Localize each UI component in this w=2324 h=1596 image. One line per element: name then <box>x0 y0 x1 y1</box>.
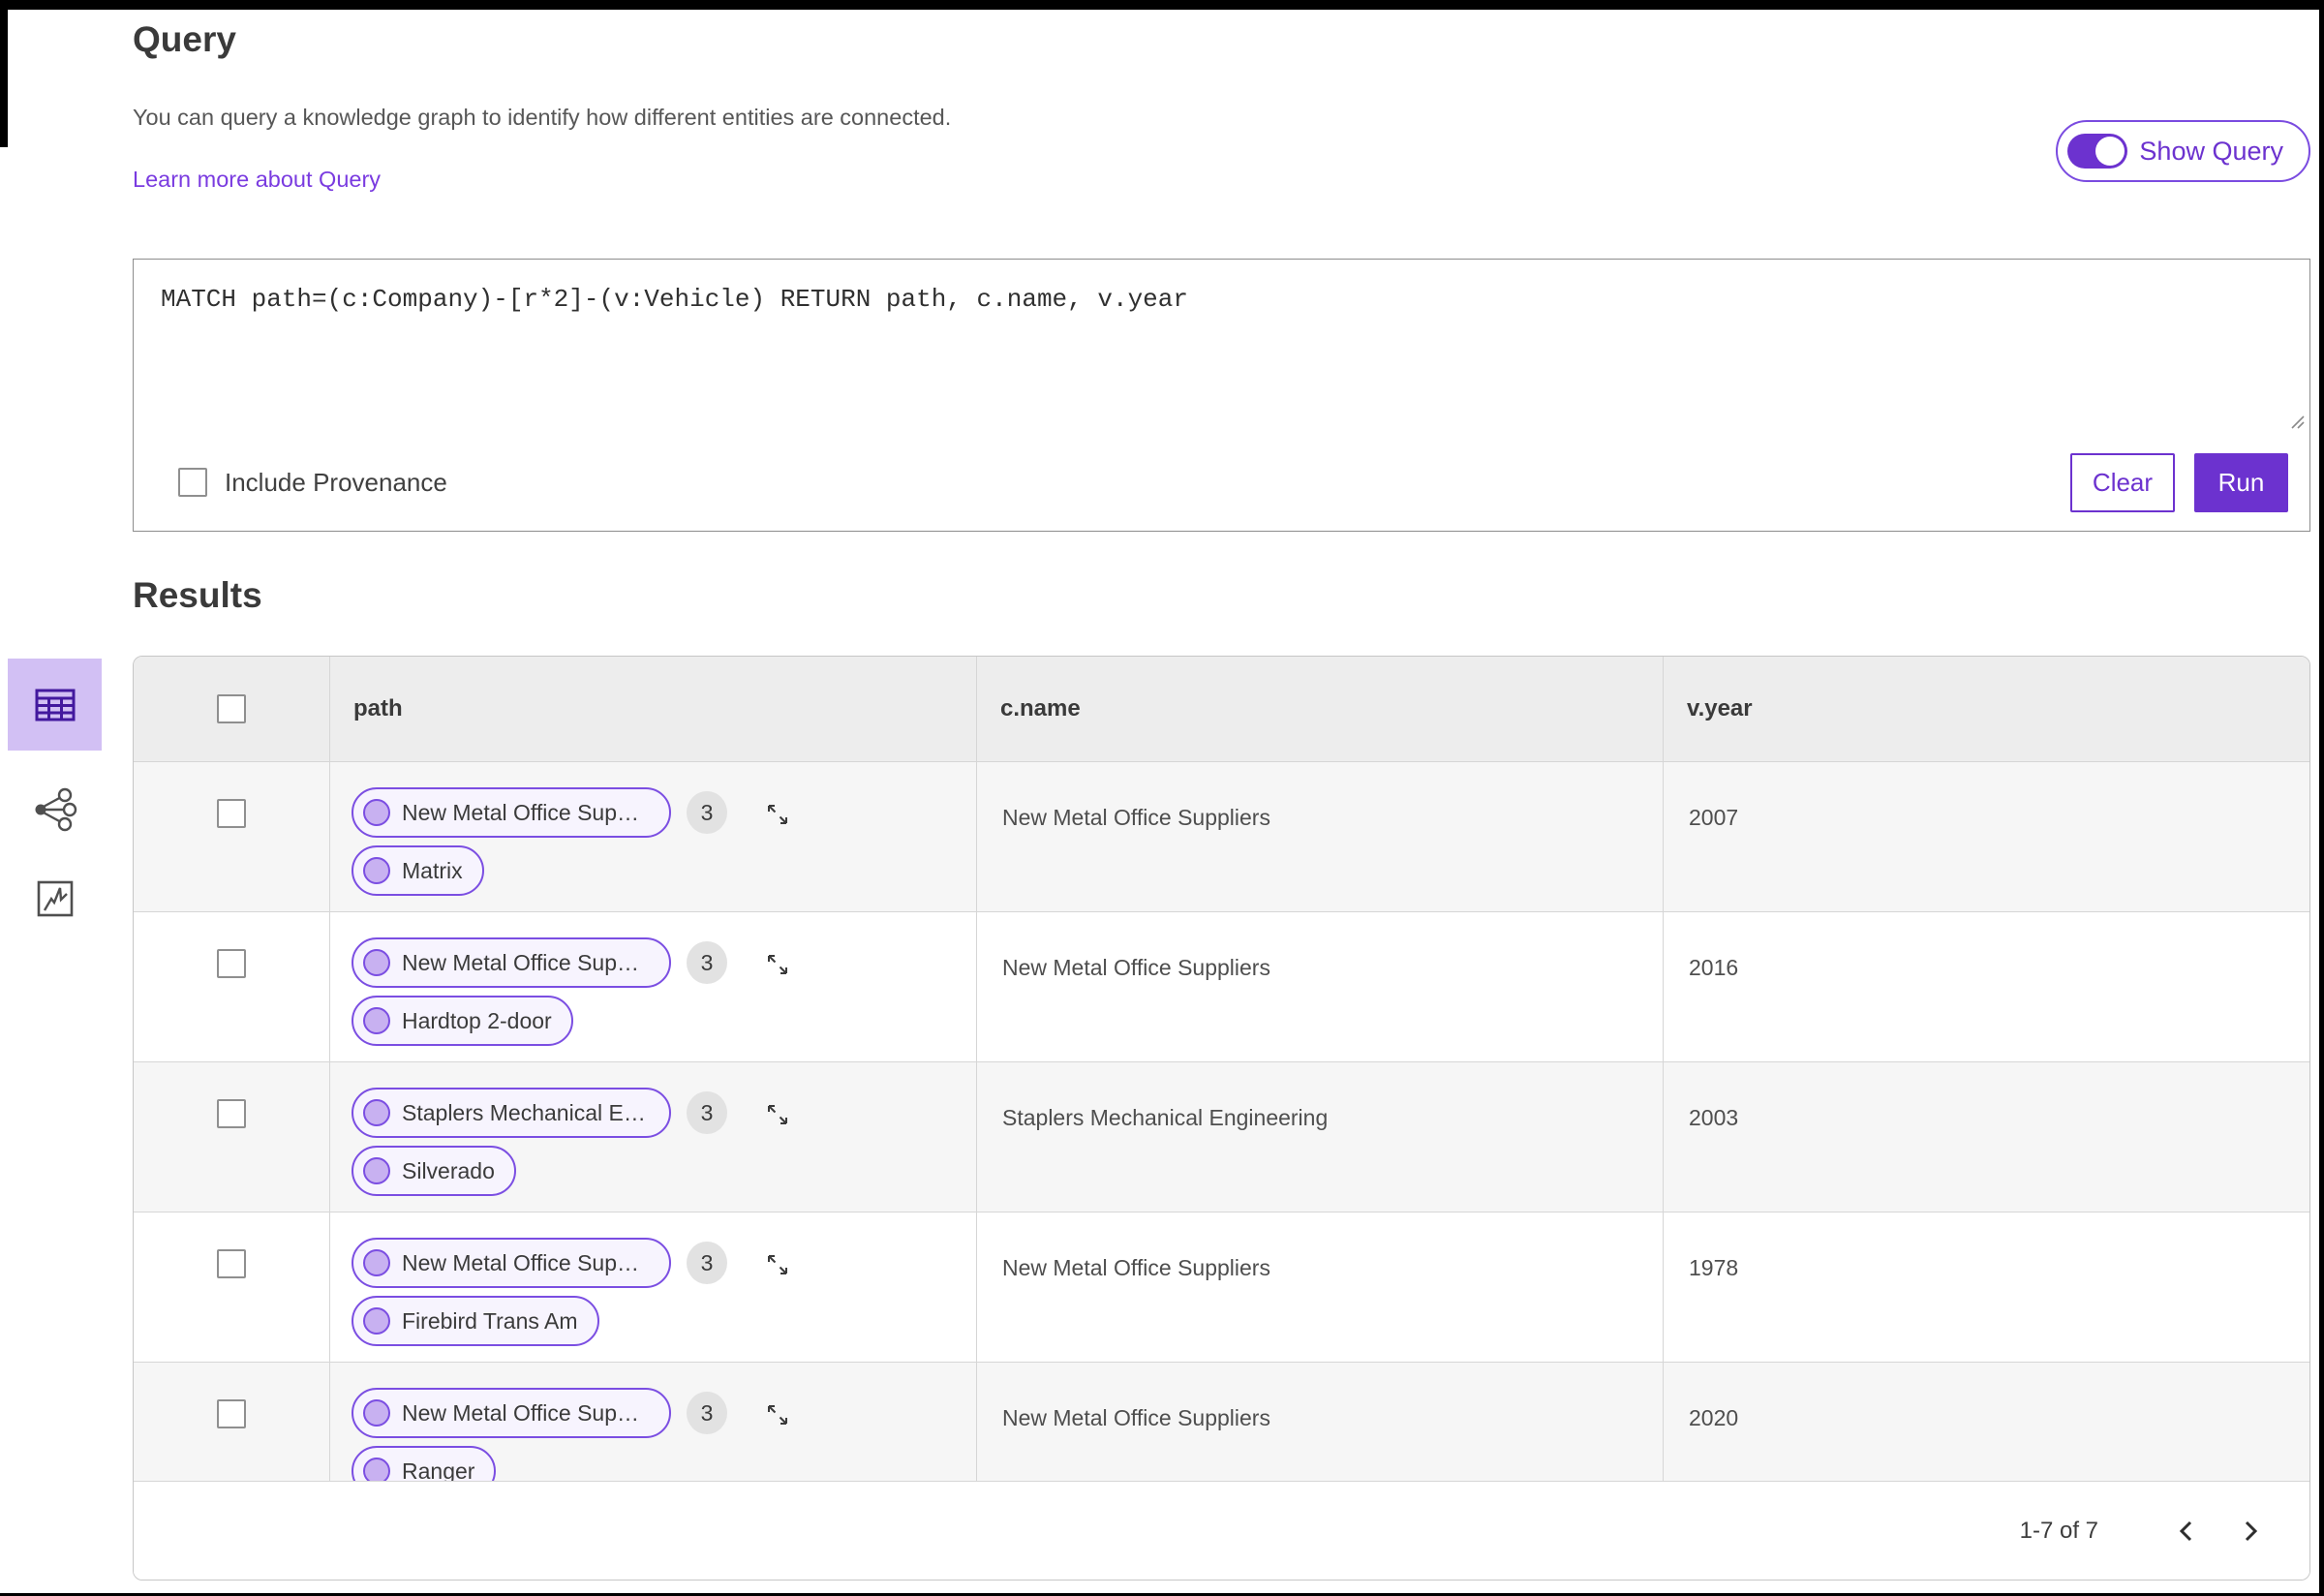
table-pagination: 1-7 of 7 <box>134 1481 2309 1580</box>
table-row: New Metal Office Suppliers 3 Firebird Tr… <box>134 1212 2309 1362</box>
path-count-badge: 3 <box>687 1091 727 1134</box>
path-count-badge: 3 <box>687 791 727 834</box>
pagination-prev-button[interactable] <box>2166 1507 2205 1555</box>
results-table-card: path c.name v.year New Metal Office Supp… <box>133 656 2310 1581</box>
results-view-sidebar <box>8 659 102 929</box>
show-query-toggle[interactable]: Show Query <box>2056 120 2310 182</box>
node-dot-icon <box>363 949 390 976</box>
query-editor-panel: MATCH path=(c:Company)-[r*2]-(v:Vehicle)… <box>133 259 2310 532</box>
cell-v-year: 2003 <box>1689 1105 1739 1130</box>
cell-c-name: New Metal Office Suppliers <box>977 1212 1664 1362</box>
path-node-pill[interactable]: Silverado <box>352 1146 516 1196</box>
path-node-pill[interactable]: Staplers Mechanical Engi... <box>352 1088 671 1138</box>
expand-path-icon[interactable] <box>764 1251 791 1283</box>
cell-v-year: 2020 <box>1689 1405 1739 1430</box>
path-node-pill[interactable]: Matrix <box>352 845 484 896</box>
chevron-right-icon <box>2245 1520 2258 1542</box>
cell-c-name: New Metal Office Suppliers <box>977 912 1664 1061</box>
cell-c-name: Staplers Mechanical Engineering <box>977 1062 1664 1212</box>
select-all-checkbox[interactable] <box>217 694 246 723</box>
results-title: Results <box>133 575 262 615</box>
node-dot-icon <box>363 1307 390 1335</box>
clear-button[interactable]: Clear <box>2070 452 2175 512</box>
chart-view-icon <box>37 880 73 917</box>
path-node-pill[interactable]: Firebird Trans Am <box>352 1296 599 1346</box>
row-checkbox[interactable] <box>217 1099 246 1128</box>
include-provenance-checkbox[interactable] <box>178 468 207 497</box>
path-node-pill[interactable]: New Metal Office Suppliers <box>352 787 671 838</box>
graph-view-button[interactable] <box>8 780 102 840</box>
learn-more-link[interactable]: Learn more about Query <box>133 167 381 193</box>
cell-v-year: 2007 <box>1689 805 1739 830</box>
page-description: You can query a knowledge graph to ident… <box>133 105 952 130</box>
window-frame-right <box>2319 0 2324 1596</box>
expand-path-icon[interactable] <box>764 1101 791 1133</box>
row-checkbox[interactable] <box>217 799 246 828</box>
pagination-next-button[interactable] <box>2232 1507 2271 1555</box>
table-row: New Metal Office Suppliers 3 Matrix New … <box>134 761 2309 911</box>
row-checkbox[interactable] <box>217 1399 246 1428</box>
node-dot-icon <box>363 857 390 884</box>
node-dot-icon <box>363 1099 390 1126</box>
run-button[interactable]: Run <box>2194 452 2288 512</box>
chart-view-button[interactable] <box>8 869 102 929</box>
path-node-pill[interactable]: New Metal Office Suppliers <box>352 1388 671 1438</box>
path-node-pill[interactable]: Ranger <box>352 1446 497 1481</box>
table-row: New Metal Office Suppliers 3 Ranger New … <box>134 1362 2309 1481</box>
path-count-badge: 3 <box>687 1392 727 1434</box>
node-dot-icon <box>363 1157 390 1184</box>
column-header-v-year: v.year <box>1687 695 1753 721</box>
resize-grip-icon[interactable] <box>2288 413 2306 430</box>
toggle-knob <box>2095 137 2125 166</box>
table-view-button[interactable] <box>8 659 102 751</box>
path-node-pill[interactable]: New Metal Office Suppliers <box>352 937 671 988</box>
cell-c-name: New Metal Office Suppliers <box>977 1363 1664 1481</box>
column-header-c-name: c.name <box>1000 695 1081 721</box>
node-dot-icon <box>363 1249 390 1276</box>
cell-c-name: New Metal Office Suppliers <box>977 762 1664 911</box>
column-header-path: path <box>353 695 403 721</box>
table-row: Staplers Mechanical Engi... 3 Silverado <box>134 1061 2309 1212</box>
path-count-badge: 3 <box>687 1242 727 1284</box>
chevron-left-icon <box>2179 1520 2192 1542</box>
expand-path-icon[interactable] <box>764 801 791 833</box>
path-count-badge: 3 <box>687 941 727 984</box>
path-node-pill[interactable]: New Metal Office Suppliers <box>352 1238 671 1288</box>
table-header-row: path c.name v.year <box>134 657 2309 761</box>
cell-v-year: 1978 <box>1689 1255 1739 1280</box>
table-body: New Metal Office Suppliers 3 Matrix New … <box>134 761 2309 1481</box>
toggle-switch-icon[interactable] <box>2067 134 2128 169</box>
node-dot-icon <box>363 1458 390 1481</box>
row-checkbox[interactable] <box>217 949 246 978</box>
query-textarea[interactable]: MATCH path=(c:Company)-[r*2]-(v:Vehicle)… <box>134 260 2309 432</box>
node-dot-icon <box>363 1399 390 1427</box>
window-frame-top <box>0 0 2324 10</box>
show-query-label: Show Query <box>2139 136 2283 166</box>
node-dot-icon <box>363 1007 390 1034</box>
query-page: Query You can query a knowledge graph to… <box>0 0 2324 1596</box>
expand-path-icon[interactable] <box>764 1401 791 1433</box>
expand-path-icon[interactable] <box>764 951 791 983</box>
query-editor-footer: Include Provenance Clear Run <box>134 434 2309 531</box>
pagination-range-label: 1-7 of 7 <box>2019 1518 2098 1544</box>
page-title: Query <box>133 19 236 59</box>
include-provenance-label: Include Provenance <box>225 467 447 497</box>
cell-v-year: 2016 <box>1689 955 1739 980</box>
node-dot-icon <box>363 799 390 826</box>
path-node-pill[interactable]: Hardtop 2-door <box>352 996 573 1046</box>
window-frame-left <box>0 0 8 147</box>
table-row: New Metal Office Suppliers 3 Hardtop 2-d… <box>134 911 2309 1061</box>
table-view-icon <box>35 689 75 721</box>
row-checkbox[interactable] <box>217 1249 246 1278</box>
graph-view-icon <box>35 787 76 832</box>
